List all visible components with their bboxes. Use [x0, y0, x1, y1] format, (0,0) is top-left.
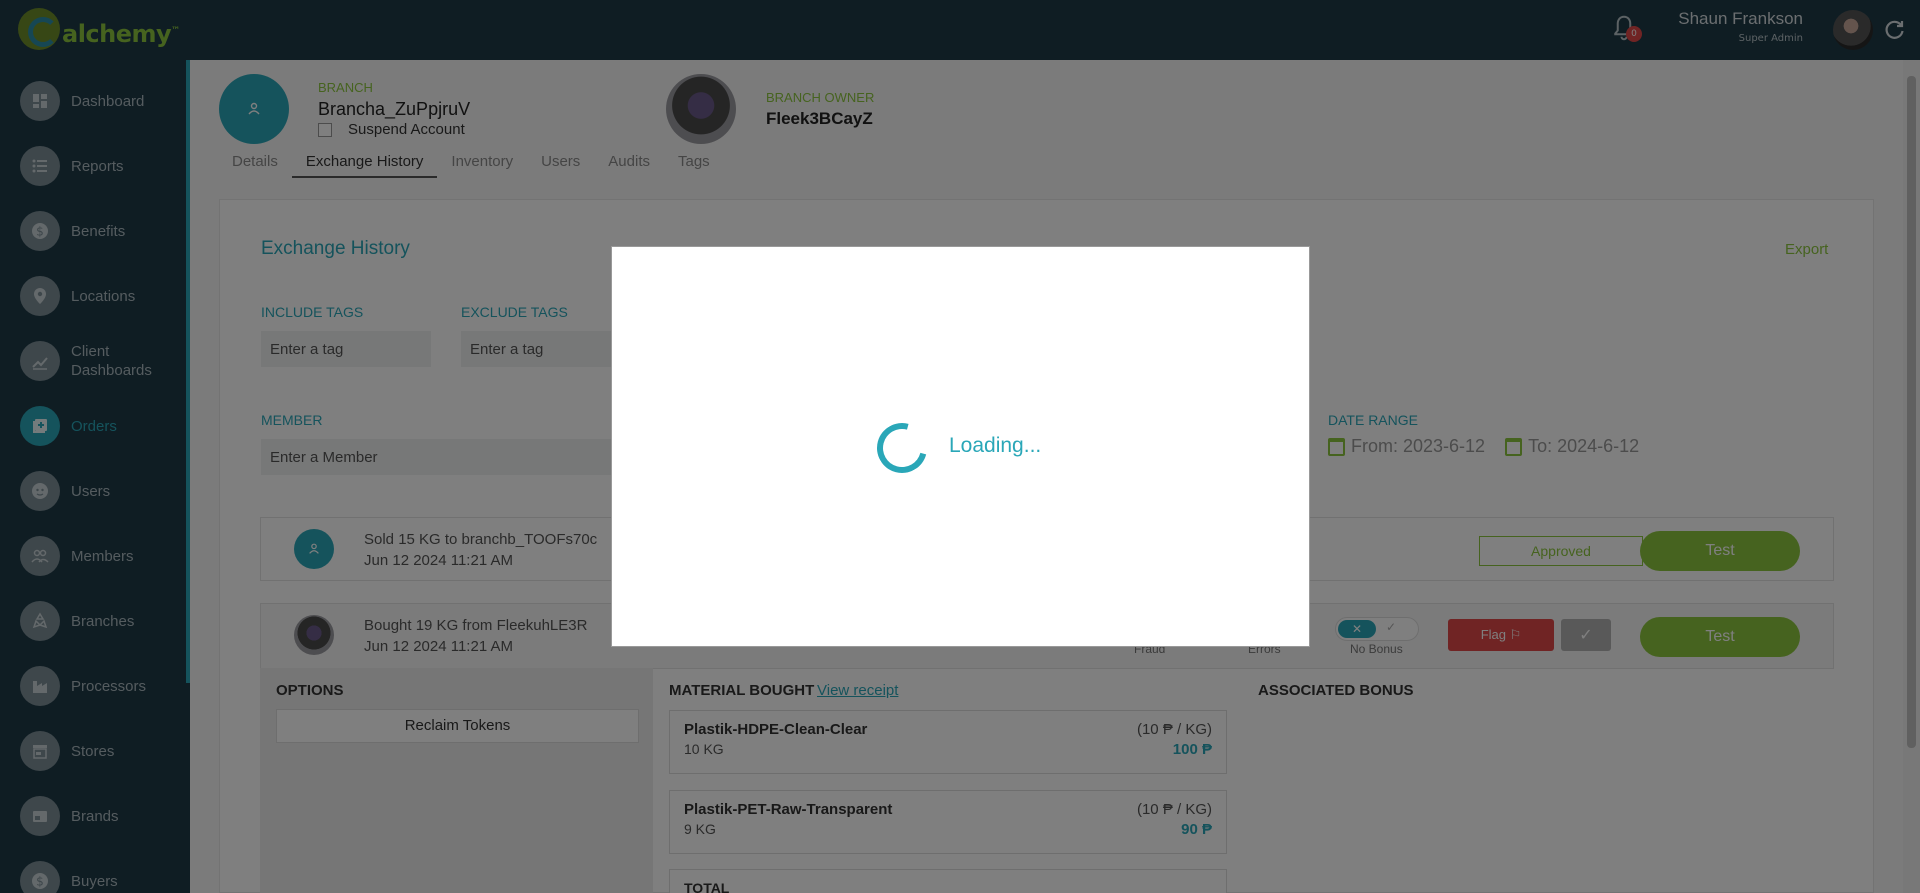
loading-text: Loading...: [949, 434, 1042, 457]
